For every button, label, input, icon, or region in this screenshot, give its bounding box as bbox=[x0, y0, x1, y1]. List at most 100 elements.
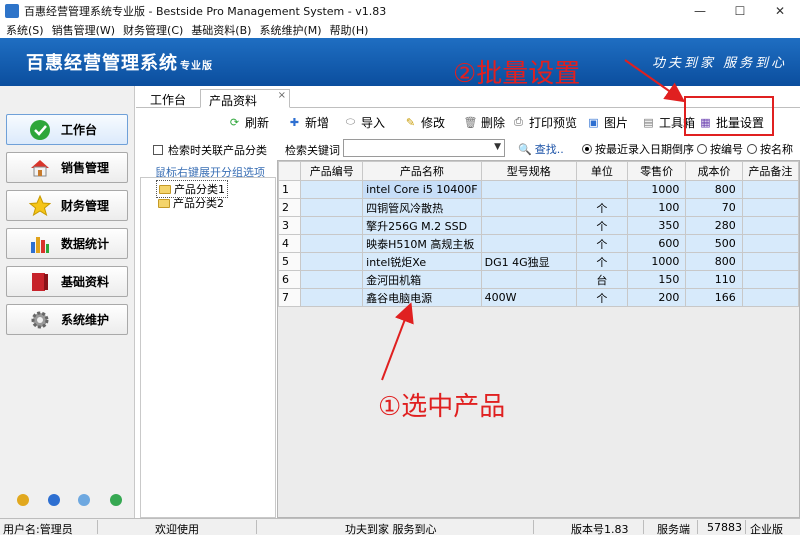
cell-unit[interactable]: 台 bbox=[575, 270, 628, 289]
cell-note[interactable] bbox=[741, 198, 799, 217]
col-header-name[interactable]: 产品名称 bbox=[362, 161, 482, 181]
nav-sales[interactable]: 销售管理 bbox=[6, 152, 128, 183]
cell-unit[interactable]: 个 bbox=[575, 198, 628, 217]
table-row[interactable]: 4 映泰H510M 高规主板 个 600 500 bbox=[278, 234, 799, 253]
tab-product-data[interactable]: 产品资料 × bbox=[200, 89, 290, 108]
nav-maintenance[interactable]: 系统维护 bbox=[6, 304, 128, 335]
cell-code[interactable] bbox=[300, 252, 364, 271]
nav-finance[interactable]: 财务管理 bbox=[6, 190, 128, 221]
sort-by-name-radio[interactable]: 按名称 bbox=[747, 141, 793, 157]
maximize-button[interactable]: ☐ bbox=[720, 0, 760, 22]
cell-code[interactable] bbox=[300, 180, 364, 199]
cell-retail[interactable]: 150 bbox=[626, 270, 687, 289]
cell-cost[interactable]: 110 bbox=[685, 270, 743, 289]
menu-basic-data[interactable]: 基础资料(B) bbox=[191, 22, 251, 38]
col-header-retail[interactable]: 零售价 bbox=[626, 161, 687, 181]
chevron-down-icon[interactable]: ▼ bbox=[494, 142, 501, 152]
cell-name[interactable]: 四铜管风冷散热 bbox=[362, 198, 482, 217]
cell-code[interactable] bbox=[300, 198, 364, 217]
cell-unit[interactable]: 个 bbox=[575, 288, 628, 307]
table-row[interactable]: 3 擎升256G M.2 SSD 个 350 280 bbox=[278, 216, 799, 235]
cell-retail[interactable]: 200 bbox=[626, 288, 687, 307]
nav-statistics[interactable]: 数据统计 bbox=[6, 228, 128, 259]
cell-retail[interactable]: 600 bbox=[626, 234, 687, 253]
radio-dot[interactable] bbox=[582, 144, 592, 154]
radio-dot[interactable] bbox=[697, 144, 707, 154]
cell-spec[interactable] bbox=[480, 270, 577, 289]
minimize-button[interactable]: — bbox=[680, 0, 720, 22]
cell-spec[interactable]: DG1 4G独显 bbox=[480, 252, 577, 271]
cell-retail[interactable]: 1000 bbox=[626, 180, 687, 199]
cell-spec[interactable] bbox=[480, 234, 577, 253]
cell-retail[interactable]: 350 bbox=[626, 216, 687, 235]
cell-note[interactable] bbox=[741, 270, 799, 289]
tab-workbench[interactable]: 工作台 bbox=[142, 89, 194, 108]
menu-sales[interactable]: 销售管理(W) bbox=[52, 22, 115, 38]
edit-button[interactable]: ✎ 修改 bbox=[404, 113, 445, 131]
cell-name[interactable]: 金河田机箱 bbox=[362, 270, 482, 289]
table-row[interactable]: 5 intel锐炬Xe DG1 4G独显 个 1000 800 bbox=[278, 252, 799, 271]
cell-cost[interactable]: 166 bbox=[685, 288, 743, 307]
search-keyword-combobox[interactable]: ▼ bbox=[343, 139, 505, 157]
cell-cost[interactable]: 800 bbox=[685, 180, 743, 199]
radio-dot[interactable] bbox=[747, 144, 757, 154]
cell-retail[interactable]: 1000 bbox=[626, 252, 687, 271]
menu-system[interactable]: 系统(S) bbox=[6, 22, 44, 38]
sort-by-recent-radio[interactable]: 按最近录入日期倒序 bbox=[582, 141, 694, 157]
cell-note[interactable] bbox=[741, 288, 799, 307]
menu-maintenance[interactable]: 系统维护(M) bbox=[259, 22, 321, 38]
print-preview-button[interactable]: ⎙ 打印预览 bbox=[512, 113, 577, 131]
cell-cost[interactable]: 800 bbox=[685, 252, 743, 271]
col-header-note[interactable]: 产品备注 bbox=[741, 161, 799, 181]
import-button[interactable]: ⬭ 导入 bbox=[344, 113, 385, 131]
menu-finance[interactable]: 财务管理(C) bbox=[123, 22, 183, 38]
nav-workbench[interactable]: 工作台 bbox=[6, 114, 128, 145]
cell-cost[interactable]: 280 bbox=[685, 216, 743, 235]
cell-unit[interactable]: 个 bbox=[575, 216, 628, 235]
image-button[interactable]: ▣ 图片 bbox=[587, 113, 628, 131]
col-header-unit[interactable]: 单位 bbox=[575, 161, 628, 181]
table-row[interactable]: 2 四铜管风冷散热 个 100 70 bbox=[278, 198, 799, 217]
include-subcategory-checkbox[interactable]: 检索时关联产品分类 bbox=[153, 142, 267, 158]
calculator-icon[interactable] bbox=[78, 494, 90, 506]
tree-node-category-2[interactable]: 产品分类2 bbox=[156, 195, 226, 211]
cell-spec[interactable] bbox=[480, 180, 577, 199]
cell-note[interactable] bbox=[741, 252, 799, 271]
cell-spec[interactable]: 400W bbox=[480, 288, 577, 307]
checkbox-box[interactable] bbox=[153, 145, 163, 155]
table-row[interactable]: 7 鑫谷电脑电源 400W 个 200 166 bbox=[278, 288, 799, 307]
cell-code[interactable] bbox=[300, 288, 364, 307]
tab-close-icon[interactable]: × bbox=[278, 90, 286, 101]
menu-help[interactable]: 帮助(H) bbox=[330, 22, 369, 38]
cell-name[interactable]: 映泰H510M 高规主板 bbox=[362, 234, 482, 253]
cell-code[interactable] bbox=[300, 234, 364, 253]
cell-spec[interactable] bbox=[480, 216, 577, 235]
cell-cost[interactable]: 70 bbox=[685, 198, 743, 217]
refresh-button[interactable]: ⟳ 刷新 bbox=[228, 113, 269, 131]
cell-name[interactable]: intel锐炬Xe bbox=[362, 252, 482, 271]
cell-code[interactable] bbox=[300, 270, 364, 289]
sort-by-code-radio[interactable]: 按编号 bbox=[697, 141, 743, 157]
cell-unit[interactable] bbox=[575, 180, 628, 199]
nav-basic-data[interactable]: 基础资料 bbox=[6, 266, 128, 297]
table-row[interactable]: 6 金河田机箱 台 150 110 bbox=[278, 270, 799, 289]
globe-icon[interactable] bbox=[110, 494, 122, 506]
find-button[interactable]: 🔍 查找.. bbox=[518, 141, 564, 157]
col-header-code[interactable]: 产品编号 bbox=[300, 161, 364, 181]
cell-name[interactable]: 擎升256G M.2 SSD bbox=[362, 216, 482, 235]
col-header-spec[interactable]: 型号规格 bbox=[480, 161, 577, 181]
table-row[interactable]: 1 intel Core i5 10400F 1000 800 bbox=[278, 180, 799, 199]
key-icon[interactable] bbox=[17, 494, 29, 506]
cell-retail[interactable]: 100 bbox=[626, 198, 687, 217]
add-button[interactable]: ✚ 新增 bbox=[288, 113, 329, 131]
cell-note[interactable] bbox=[741, 180, 799, 199]
clock-icon[interactable] bbox=[48, 494, 60, 506]
cell-note[interactable] bbox=[741, 216, 799, 235]
delete-button[interactable]: 🗑 删除 bbox=[464, 113, 506, 131]
close-button[interactable]: ✕ bbox=[760, 0, 800, 22]
cell-name[interactable]: 鑫谷电脑电源 bbox=[362, 288, 482, 307]
cell-unit[interactable]: 个 bbox=[575, 252, 628, 271]
cell-note[interactable] bbox=[741, 234, 799, 253]
col-header-cost[interactable]: 成本价 bbox=[685, 161, 743, 181]
cell-code[interactable] bbox=[300, 216, 364, 235]
